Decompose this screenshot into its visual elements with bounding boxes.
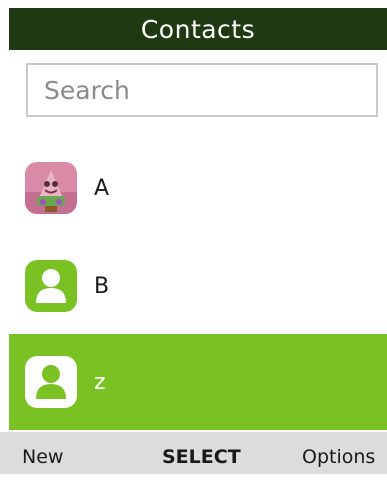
title-bar: Contacts [9, 8, 387, 50]
contact-name: B [94, 273, 110, 299]
softkey-bar: New SELECT Options [0, 432, 387, 474]
search-box[interactable] [26, 63, 378, 117]
contact-list-item-selected[interactable]: z [9, 334, 387, 430]
softkey-new[interactable]: New [22, 432, 63, 474]
photo-avatar-icon [25, 162, 77, 214]
contact-name: z [94, 369, 106, 395]
softkey-options[interactable]: Options [302, 432, 375, 474]
status-bar-remnant [0, 0, 387, 8]
contact-list-item[interactable]: B [9, 238, 387, 334]
contact-list-item[interactable]: A [9, 140, 387, 236]
page-title: Contacts [140, 14, 256, 44]
contact-name: A [94, 175, 110, 201]
softkey-select[interactable]: SELECT [162, 432, 241, 474]
person-icon [25, 260, 77, 312]
search-input[interactable] [44, 75, 376, 105]
person-icon [25, 356, 77, 408]
